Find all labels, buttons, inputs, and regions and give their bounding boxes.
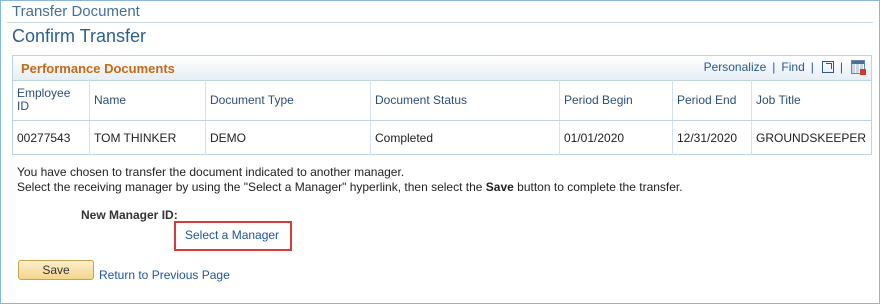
instructions-line-2-text: Select the receiving manager by using th…	[17, 180, 486, 194]
cell-job-title: GROUNDSKEEPER	[756, 131, 867, 145]
instructions-text: You have chosen to transfer the document…	[17, 165, 683, 195]
instructions-line-2-tail: button to complete the transfer.	[513, 180, 683, 194]
documents-table: Employee ID Name Document Type Document …	[13, 80, 871, 155]
instructions-save-emphasis: Save	[485, 180, 514, 194]
column-header-period-begin[interactable]: Period Begin	[559, 80, 673, 121]
page-title: Confirm Transfer	[12, 26, 147, 46]
cell-period-end: 12/31/2020	[672, 120, 752, 155]
find-link[interactable]: Find	[781, 60, 804, 74]
column-header-name[interactable]: Name	[89, 80, 206, 121]
cell-employee-id: 00277543	[13, 120, 90, 155]
column-header-employee-id[interactable]: Employee ID	[13, 80, 90, 121]
cell-period-begin: 01/01/2020	[559, 120, 673, 155]
cell-document-status: Completed	[370, 120, 560, 155]
table-row: 00277543 TOM THINKER DEMO Completed 01/0…	[13, 120, 871, 155]
separator: |	[839, 60, 843, 74]
table-header-row: Employee ID Name Document Type Document …	[13, 80, 871, 121]
performance-documents-grid: Performance Documents Personalize | Find…	[12, 55, 872, 155]
instructions-line-1: You have chosen to transfer the document…	[17, 165, 405, 179]
breadcrumb: Transfer Document	[12, 3, 140, 20]
separator: |	[772, 60, 776, 74]
column-header-job-title[interactable]: Job Title	[751, 80, 871, 121]
column-header-document-type[interactable]: Document Type	[205, 80, 371, 121]
instructions-line-2: Select the receiving manager by using th…	[17, 180, 683, 195]
column-header-document-status[interactable]: Document Status	[370, 80, 560, 121]
zoom-icon[interactable]	[821, 61, 834, 73]
new-manager-id-label: New Manager ID:	[81, 208, 178, 222]
grid-header: Performance Documents Personalize | Find…	[13, 56, 871, 81]
select-manager-link[interactable]: Select a Manager	[185, 228, 279, 242]
save-button[interactable]: Save	[18, 260, 94, 280]
cell-document-type: DEMO	[205, 120, 371, 155]
grid-toolbar: Personalize | Find | |	[704, 60, 866, 75]
cell-name: TOM THINKER	[89, 120, 206, 155]
return-to-previous-page-link[interactable]: Return to Previous Page	[99, 268, 230, 282]
column-header-period-end[interactable]: Period End	[672, 80, 752, 121]
personalize-link[interactable]: Personalize	[704, 60, 767, 74]
grid-title: Performance Documents	[21, 61, 175, 76]
download-icon[interactable]	[851, 60, 866, 75]
divider	[7, 22, 873, 23]
separator: |	[810, 60, 814, 74]
